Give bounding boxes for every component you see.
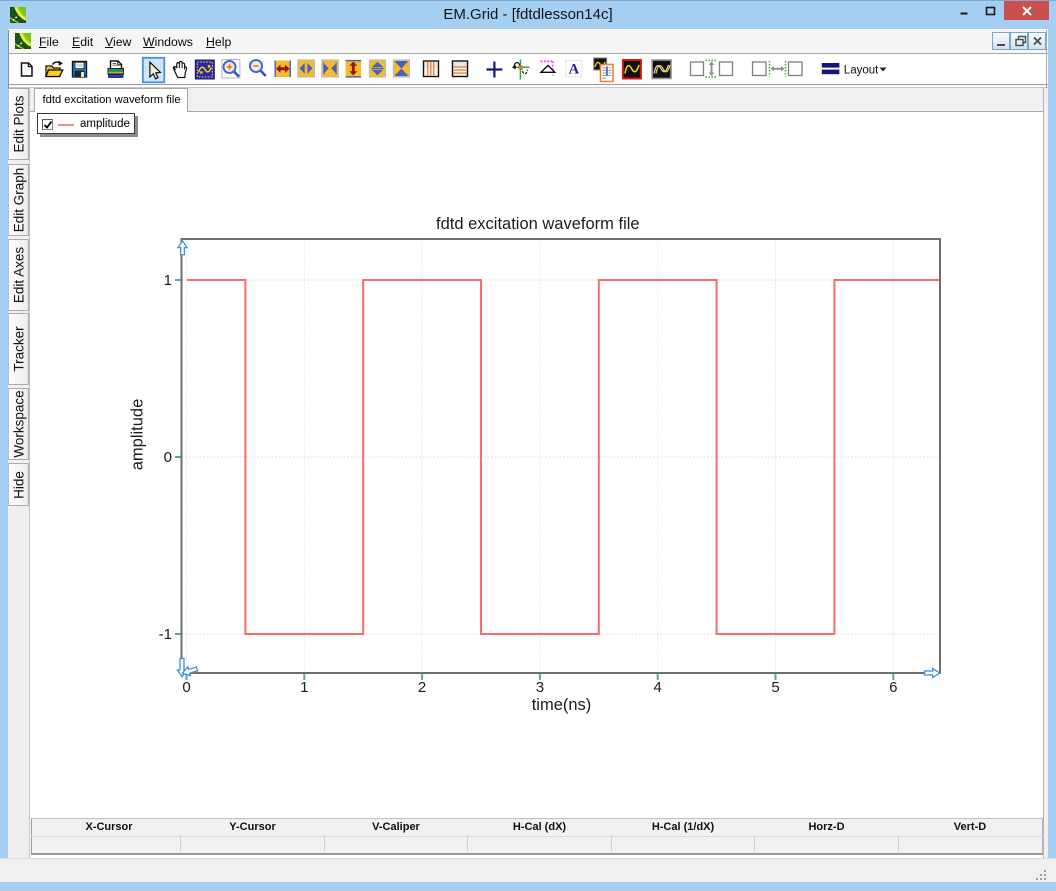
svg-text:Layout: Layout <box>844 65 879 77</box>
svg-text:A: A <box>569 62 580 78</box>
